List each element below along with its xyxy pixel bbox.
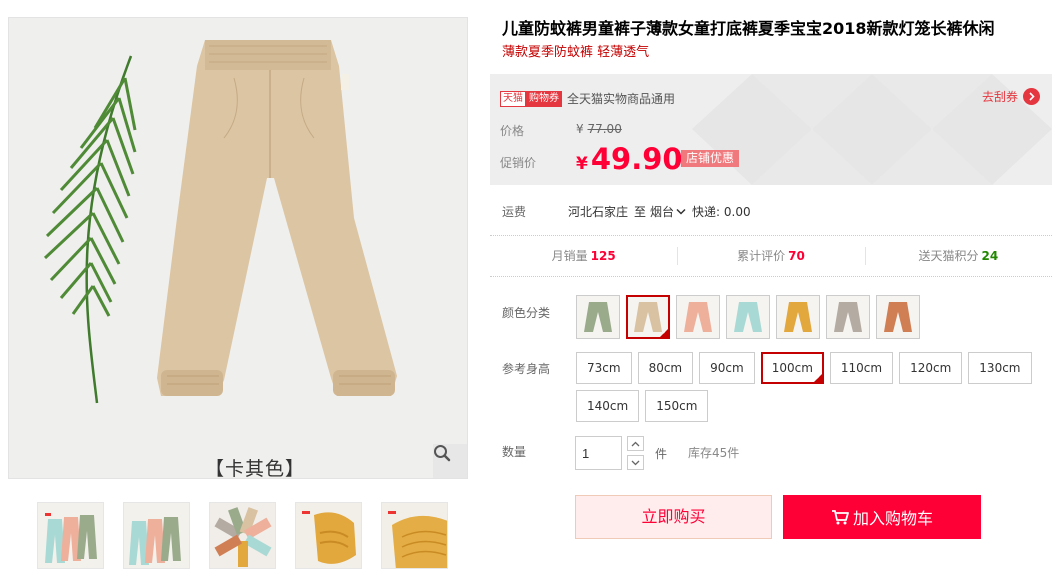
chevron-up-icon (631, 441, 640, 446)
stat-points: 送天猫积分 24 (864, 236, 1052, 276)
thumb-image (124, 503, 189, 568)
chevron-down-icon (631, 460, 640, 465)
quantity-increase-button[interactable] (627, 436, 644, 451)
thumb-image (210, 503, 275, 568)
stat-value: 24 (981, 249, 999, 263)
pants-thumbnail (584, 302, 612, 332)
color-swatch-gray[interactable] (826, 295, 870, 339)
color-options (576, 295, 920, 339)
buy-now-button[interactable]: 立即购买 (575, 495, 772, 539)
shipping-origin: 河北石家庄 (568, 205, 629, 219)
promo-price-value: 49.90 (590, 142, 683, 176)
add-to-cart-button[interactable]: 加入购物车 (783, 495, 981, 539)
stat-monthly-sales: 月销量 125 (490, 236, 677, 276)
thumbnail-4[interactable] (295, 502, 362, 569)
color-swatch-khaki[interactable] (626, 295, 670, 339)
coupon-tag: 购物券 (526, 90, 562, 107)
color-swatch-aqua[interactable] (726, 295, 770, 339)
pants-thumbnail (734, 302, 762, 332)
currency-symbol: ¥ (576, 154, 588, 174)
shipping-to: 至 (634, 205, 647, 219)
stat-label: 月销量 (551, 249, 588, 263)
size-option[interactable]: 80cm (637, 352, 694, 384)
palm-leaf (43, 55, 137, 404)
stat-reviews[interactable]: 累计评价 70 (677, 236, 864, 276)
product-subtitle: 薄款夏季防蚊裤 轻薄透气 (502, 45, 650, 60)
image-caption: 【卡其色】 (205, 458, 306, 479)
khaki-pants (157, 40, 397, 396)
get-coupon-link[interactable]: 去刮券 (982, 88, 1040, 105)
promo-price-label: 促销价 (500, 156, 537, 170)
color-swatch-pink[interactable] (676, 295, 720, 339)
quantity-input[interactable] (575, 436, 622, 470)
promo-price: ¥ 49.90 (576, 142, 683, 176)
selected-check-icon (659, 328, 669, 338)
quantity-decrease-button[interactable] (627, 455, 644, 470)
thumbnail-3[interactable] (209, 502, 276, 569)
quantity-unit: 件 (655, 447, 668, 461)
pants-thumbnail (884, 302, 912, 332)
size-label: 参考身高 (502, 362, 551, 376)
thumbnail-5[interactable] (381, 502, 448, 569)
size-option[interactable]: 120cm (899, 352, 963, 384)
pants-thumbnail (684, 302, 712, 332)
original-price: ¥ 77.00 (576, 122, 622, 136)
shipping-fee: 快递: 0.00 (692, 205, 751, 219)
thumb-image (382, 503, 447, 568)
chevron-down-icon (676, 208, 686, 215)
currency-symbol: ¥ (576, 122, 584, 136)
stock-count: 库存45件 (688, 446, 740, 460)
shipping-label: 运费 (502, 205, 527, 219)
price-label: 价格 (500, 124, 525, 138)
thumb-image (38, 503, 103, 568)
destination-selector[interactable]: 烟台 (650, 203, 686, 220)
color-label: 颜色分类 (502, 306, 551, 320)
destination-city: 烟台 (650, 205, 675, 219)
selected-check-icon (812, 373, 823, 383)
size-option[interactable]: 130cm (968, 352, 1032, 384)
add-to-cart-label: 加入购物车 (852, 509, 933, 528)
stat-label: 累计评价 (737, 249, 786, 263)
quantity-label: 数量 (502, 445, 527, 459)
get-coupon-label: 去刮券 (981, 90, 1018, 104)
stats-bar: 月销量 125 累计评价 70 送天猫积分 24 (490, 235, 1052, 277)
chevron-right-icon (1023, 88, 1040, 105)
product-title: 儿童防蚊裤男童裤子薄款女童打底裤夏季宝宝2018新款灯笼长裤休闲 (502, 19, 995, 38)
coupon-row: 天猫 购物券 全天猫实物商品通用 (500, 90, 675, 107)
stat-label: 送天猫积分 (918, 249, 979, 263)
tmall-tag: 天猫 (500, 90, 526, 107)
price-box: 天猫 购物券 全天猫实物商品通用 去刮券 价格 ¥ 77.00 促销价 ¥ 49… (490, 74, 1052, 185)
color-swatch-green[interactable] (576, 295, 620, 339)
size-option[interactable]: 73cm (576, 352, 632, 384)
magnifier-icon (434, 445, 451, 462)
pants-thumbnail (784, 302, 812, 332)
size-option[interactable]: 140cm (576, 390, 640, 422)
coupon-text: 全天猫实物商品通用 (567, 92, 676, 106)
color-swatch-rust[interactable] (876, 295, 920, 339)
cart-icon (831, 510, 849, 525)
size-option[interactable]: 110cm (829, 352, 894, 384)
size-option[interactable]: 150cm (645, 390, 709, 422)
shop-discount-badge: 店铺优惠 (681, 150, 740, 167)
size-option[interactable]: 90cm (699, 352, 755, 384)
shipping-info: 河北石家庄 至 烟台 快递: 0.00 (568, 203, 751, 220)
thumb-image (296, 503, 361, 568)
size-option[interactable]: 100cm (760, 352, 824, 384)
thumbnail-strip (37, 502, 448, 569)
main-product-image[interactable]: 【卡其色】 (8, 17, 468, 479)
thumbnail-1[interactable] (37, 502, 104, 569)
stat-value: 125 (590, 249, 616, 263)
pants-thumbnail (834, 302, 862, 332)
thumbnail-2[interactable] (123, 502, 190, 569)
pants-illustration (43, 40, 397, 404)
original-price-value: 77.00 (587, 122, 622, 136)
size-options: 73cm80cm90cm100cm110cm120cm130cm 140cm150… (576, 352, 1036, 422)
zoom-button[interactable] (433, 444, 467, 478)
stat-value: 70 (788, 249, 805, 263)
color-swatch-mustard[interactable] (776, 295, 820, 339)
